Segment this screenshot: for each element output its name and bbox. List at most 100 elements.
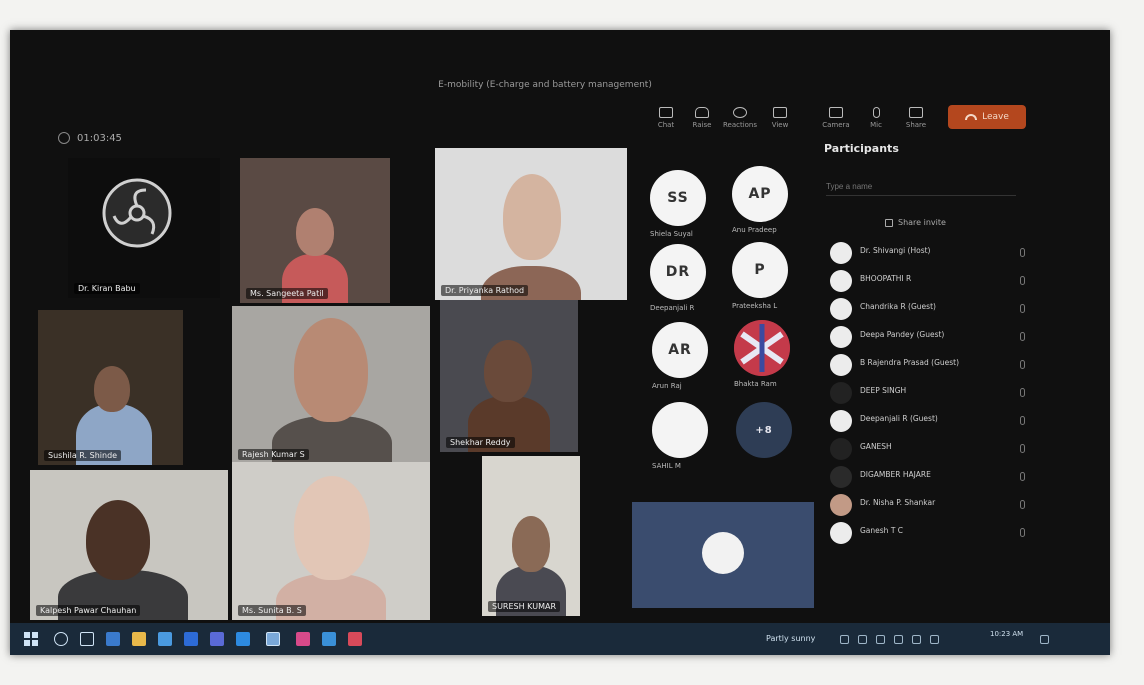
participant-search-input[interactable] xyxy=(826,178,1016,196)
avatar-name: Prateeksha L xyxy=(732,302,778,310)
participant-avatar[interactable]: DR xyxy=(650,244,706,300)
view-button[interactable]: View xyxy=(762,100,798,136)
video-tile[interactable]: SURESH KUMAR xyxy=(482,456,580,616)
participant-name: Dr. Priyanka Rathod xyxy=(441,285,529,296)
video-tile[interactable]: Shekhar Reddy xyxy=(440,300,578,452)
participant-name: Dr. Kiran Babu xyxy=(74,283,140,294)
mic-icon xyxy=(1020,304,1025,313)
teams-icon[interactable] xyxy=(210,632,224,646)
flag-avatar-icon xyxy=(734,320,790,376)
video-tile[interactable]: Ms. Sangeeta Patil xyxy=(240,158,390,303)
list-item[interactable]: Dr. Nisha P. Shankar xyxy=(830,492,1055,520)
zoom-icon[interactable] xyxy=(236,632,250,646)
list-item[interactable]: DEEP SINGH xyxy=(830,380,1055,408)
participants-panel-title: Participants xyxy=(824,142,899,155)
video-tile[interactable]: Kalpesh Pawar Chauhan xyxy=(30,470,228,620)
timer-icon xyxy=(58,132,70,144)
camera-button[interactable]: Camera xyxy=(818,100,854,136)
share-invite-button[interactable]: Share invite xyxy=(885,218,946,227)
app-icon[interactable] xyxy=(322,632,336,646)
mic-icon xyxy=(1020,444,1025,453)
mic-icon xyxy=(872,107,880,118)
list-item[interactable]: Deepa Pandey (Guest) xyxy=(830,324,1055,352)
self-avatar xyxy=(702,532,744,574)
avatar xyxy=(830,354,852,376)
task-view-icon[interactable] xyxy=(80,632,94,646)
meeting-toolbar: Chat Raise Reactions View Camera Mic Sha… xyxy=(644,100,1044,136)
avatar xyxy=(830,242,852,264)
avatar xyxy=(830,466,852,488)
notification-icon[interactable] xyxy=(1040,635,1049,644)
mic-button[interactable]: Mic xyxy=(858,100,894,136)
network-icon[interactable] xyxy=(876,635,885,644)
camera-icon xyxy=(829,107,843,118)
mic-icon xyxy=(1020,360,1025,369)
search-icon[interactable] xyxy=(54,632,68,646)
pdf-icon[interactable] xyxy=(348,632,362,646)
mic-tray-icon[interactable] xyxy=(858,635,867,644)
chevron-up-icon[interactable] xyxy=(840,635,849,644)
video-tile[interactable]: Sushila R. Shinde xyxy=(38,310,183,465)
list-item[interactable]: Ganesh T C xyxy=(830,520,1055,548)
mail-icon[interactable] xyxy=(158,632,172,646)
participant-name: SURESH KUMAR xyxy=(488,601,561,612)
avatar-name: Deepanjali R xyxy=(650,304,695,312)
mic-icon xyxy=(1020,388,1025,397)
more-participants-button[interactable]: +8 xyxy=(736,402,792,458)
participant-avatar[interactable]: SS xyxy=(650,170,706,226)
video-tile[interactable]: Ms. Sunita B. S xyxy=(232,462,430,620)
raise-hand-button[interactable]: Raise xyxy=(684,100,720,136)
edge-icon[interactable] xyxy=(106,632,120,646)
app-icon[interactable] xyxy=(296,632,310,646)
hand-icon xyxy=(695,107,709,118)
chat-icon xyxy=(659,107,673,118)
share-button[interactable]: Share xyxy=(898,100,934,136)
video-tile[interactable]: Dr. Priyanka Rathod xyxy=(435,148,627,300)
system-clock[interactable]: 10:23 AM xyxy=(990,630,1023,638)
participant-avatar[interactable] xyxy=(734,320,790,376)
language-icon[interactable] xyxy=(930,635,939,644)
meeting-window: E-mobility (E-charge and battery managem… xyxy=(10,30,1110,655)
participant-avatar[interactable]: AP xyxy=(732,166,788,222)
mic-icon xyxy=(1020,472,1025,481)
participant-name: Shekhar Reddy xyxy=(446,437,515,448)
avatar xyxy=(830,494,852,516)
volume-icon[interactable] xyxy=(912,635,921,644)
participant-avatar[interactable]: P xyxy=(732,242,788,298)
list-item[interactable]: GANESH xyxy=(830,436,1055,464)
app-logo-icon xyxy=(102,178,172,248)
smiley-icon xyxy=(733,107,747,118)
participant-avatar[interactable]: AR xyxy=(652,322,708,378)
battery-icon[interactable] xyxy=(894,635,903,644)
mic-icon xyxy=(1020,416,1025,425)
list-item[interactable]: DIGAMBER HAJARE xyxy=(830,464,1055,492)
mic-icon xyxy=(1020,500,1025,509)
grid-icon xyxy=(773,107,787,118)
list-item[interactable]: BHOOPATHI R xyxy=(830,268,1055,296)
mic-icon xyxy=(1020,276,1025,285)
folder-icon[interactable] xyxy=(132,632,146,646)
chat-button[interactable]: Chat xyxy=(648,100,684,136)
video-tile[interactable]: Dr. Kiran Babu xyxy=(68,158,220,298)
meeting-timer: 01:03:45 xyxy=(58,132,122,144)
mic-icon xyxy=(1020,248,1025,257)
meeting-title: E-mobility (E-charge and battery managem… xyxy=(438,80,652,90)
self-view-tile[interactable] xyxy=(632,502,814,608)
participant-name: Ms. Sangeeta Patil xyxy=(246,288,328,299)
list-item[interactable]: Dr. Shivangi (Host) xyxy=(830,240,1055,268)
word-icon[interactable] xyxy=(184,632,198,646)
weather-widget[interactable]: Partly sunny xyxy=(766,634,815,643)
mic-icon xyxy=(1020,528,1025,537)
list-item[interactable]: Chandrika R (Guest) xyxy=(830,296,1055,324)
participant-avatar[interactable] xyxy=(652,402,708,458)
mic-icon xyxy=(1020,332,1025,341)
list-item[interactable]: Deepanjali R (Guest) xyxy=(830,408,1055,436)
windows-start-icon[interactable] xyxy=(24,632,38,646)
reactions-button[interactable]: Reactions xyxy=(722,100,758,136)
video-tile[interactable]: Rajesh Kumar S xyxy=(232,306,430,464)
leave-button[interactable]: Leave xyxy=(948,105,1026,129)
list-item[interactable]: B Rajendra Prasad (Guest) xyxy=(830,352,1055,380)
active-app-icon[interactable] xyxy=(266,632,280,646)
avatar xyxy=(830,438,852,460)
avatar xyxy=(830,298,852,320)
